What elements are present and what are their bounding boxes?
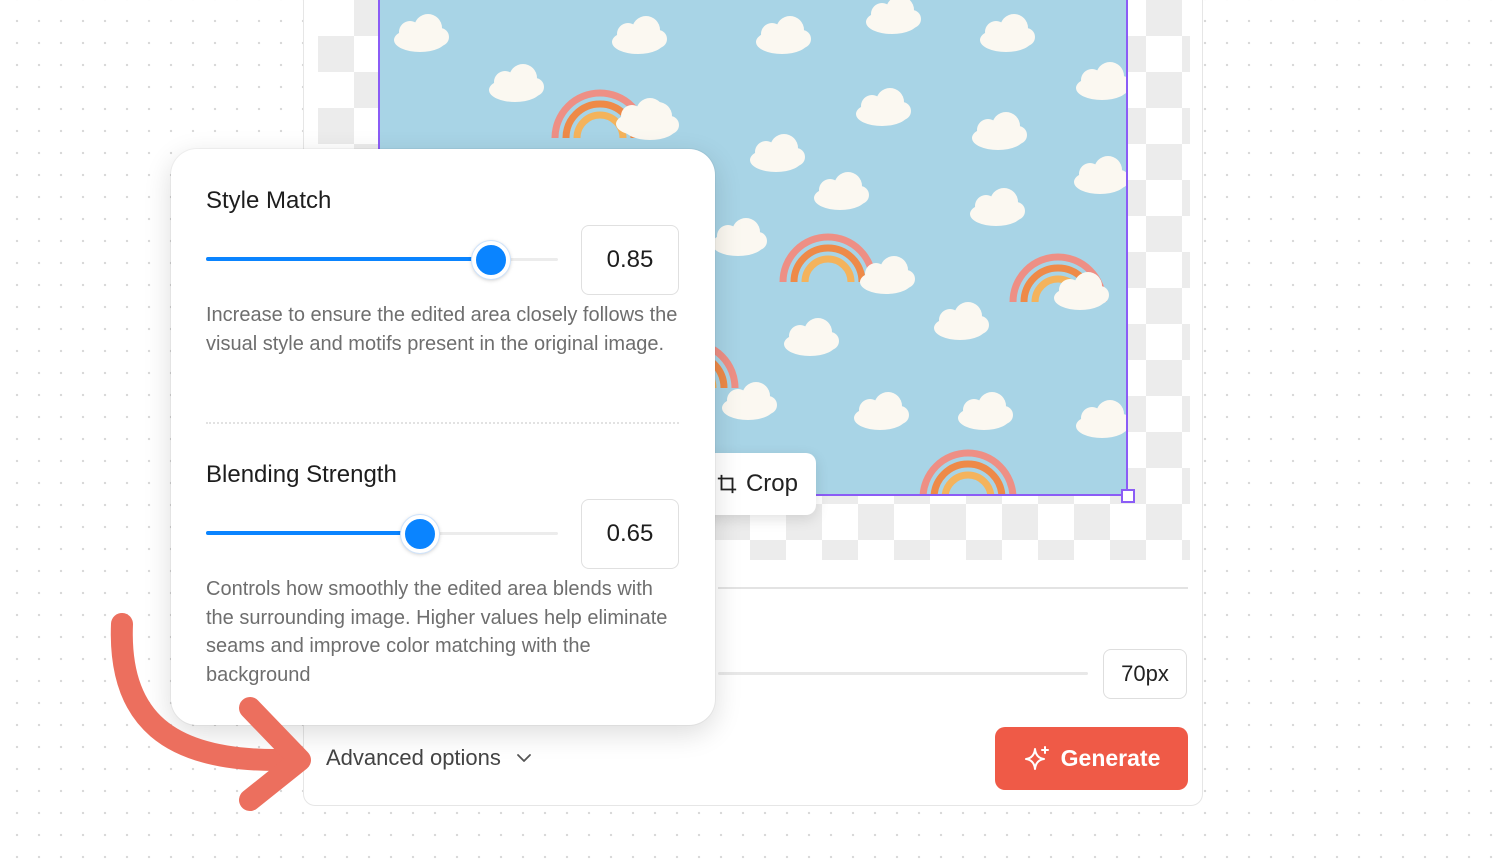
style-match-slider[interactable] — [206, 241, 558, 279]
chevron-down-icon — [517, 754, 531, 762]
crop-label: Crop — [745, 470, 798, 497]
crop-button[interactable]: Crop — [698, 453, 816, 515]
sparkle-icon — [1024, 745, 1049, 770]
slider-thumb[interactable] — [401, 515, 440, 553]
style-match-value-input[interactable]: 0.85 — [581, 225, 679, 295]
generate-button[interactable]: Generate — [995, 727, 1188, 790]
style-match-title: Style Match — [206, 187, 332, 214]
blending-strength-title: Blending Strength — [206, 461, 397, 488]
pointer-arrow — [110, 613, 311, 811]
blending-strength-value-input[interactable]: 0.65 — [581, 499, 679, 569]
divider — [718, 587, 1188, 589]
advanced-options-label: Advanced options — [326, 745, 501, 770]
style-match-description: Increase to ensure the edited area close… — [206, 304, 678, 355]
slider-fill — [206, 257, 488, 261]
size-value-input[interactable]: 70px — [1103, 649, 1187, 699]
generate-label: Generate — [1060, 745, 1161, 771]
size-slider[interactable] — [718, 672, 1088, 675]
advanced-options-toggle[interactable]: Advanced options — [326, 740, 533, 776]
slider-fill — [206, 531, 418, 535]
crop-icon — [717, 474, 737, 494]
slider-thumb[interactable] — [471, 241, 510, 279]
blending-strength-slider[interactable] — [206, 515, 558, 553]
section-divider — [206, 422, 679, 424]
resize-handle[interactable] — [1121, 489, 1135, 503]
